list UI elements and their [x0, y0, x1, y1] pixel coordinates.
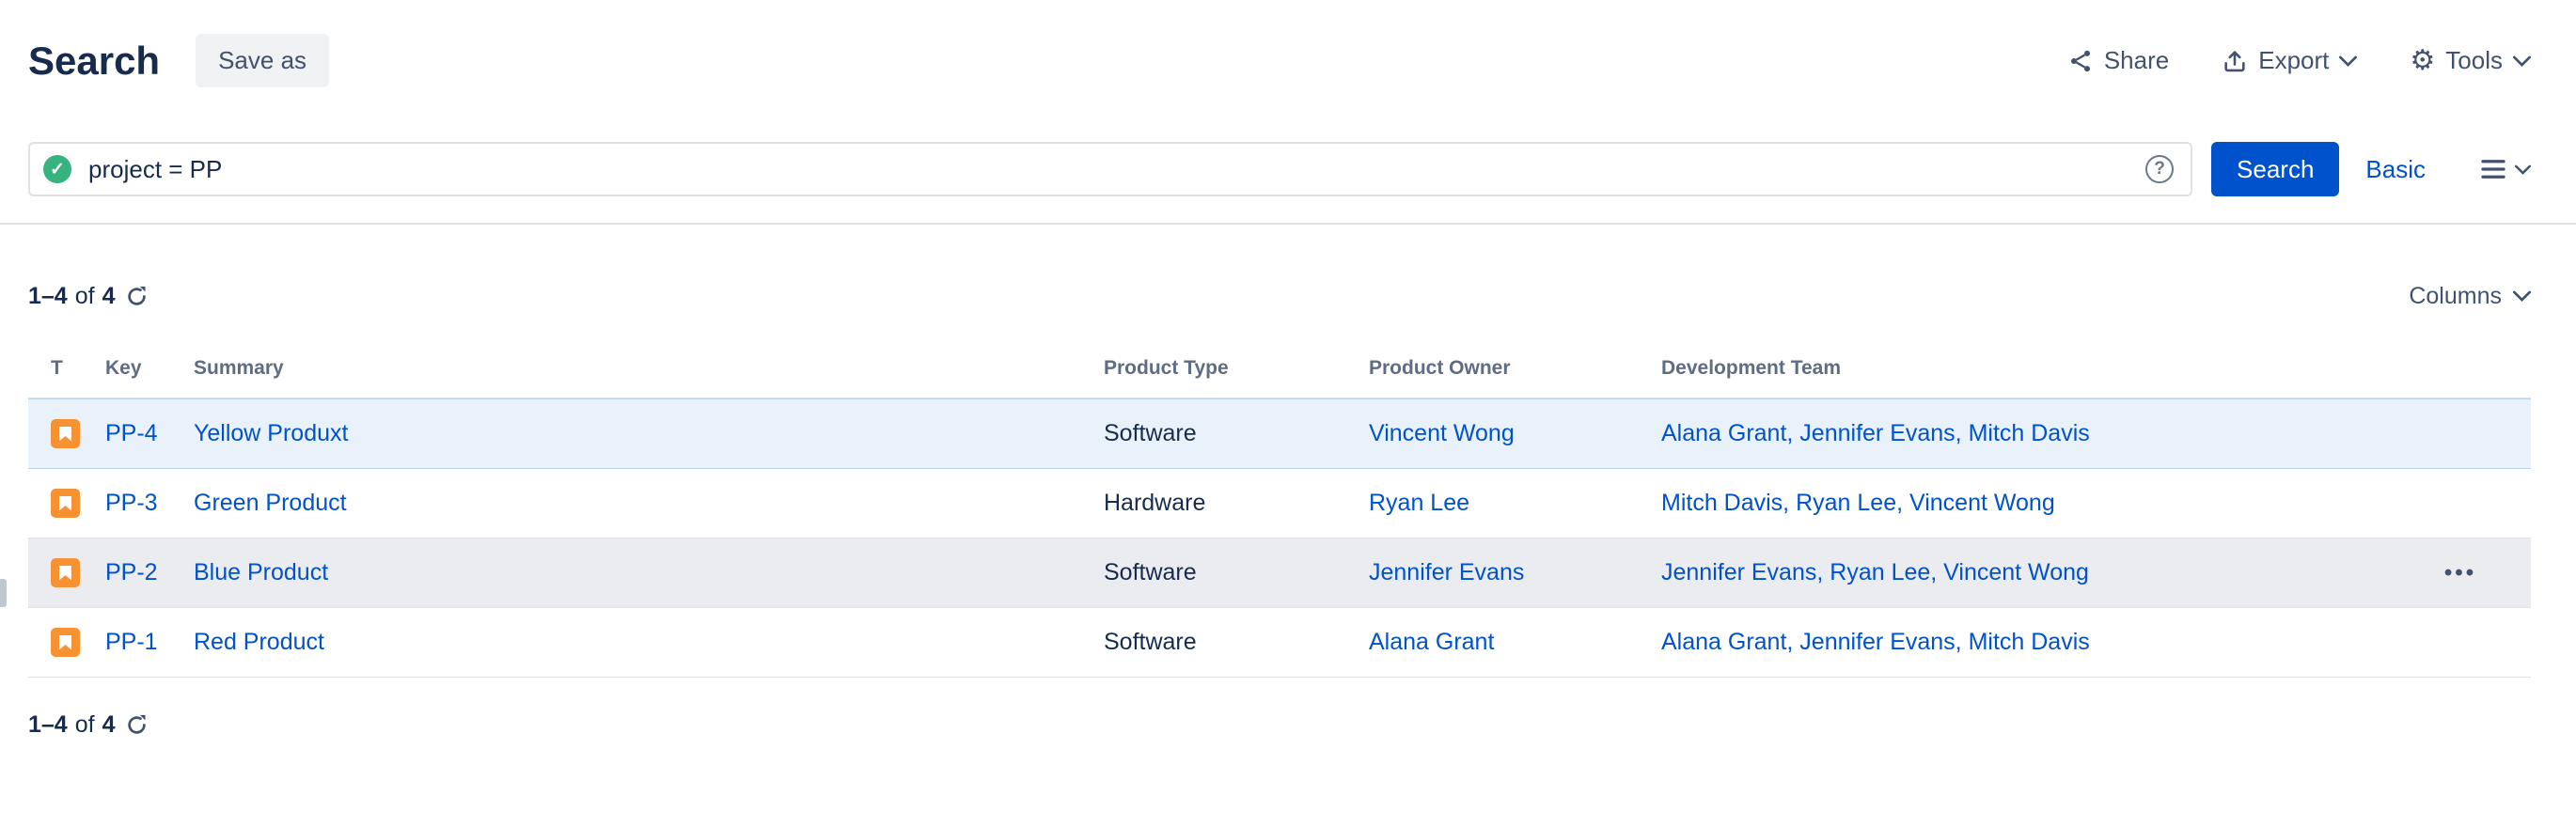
refresh-icon — [124, 284, 149, 309]
jql-search-bar: ✓ ? Search Basic — [28, 142, 2531, 196]
product-type-cell: Hardware — [1104, 490, 1369, 517]
count-total: 4 — [102, 283, 116, 310]
refresh-icon — [124, 712, 149, 738]
issue-type-icon[interactable] — [51, 628, 80, 657]
columns-button[interactable]: Columns — [2409, 283, 2531, 310]
issue-summary-link[interactable]: Yellow Produxt — [194, 420, 1104, 447]
results-count-bottom: 1–4 of 4 — [28, 711, 2531, 739]
count-range: 1–4 — [28, 711, 68, 739]
issue-key-link[interactable]: PP-4 — [105, 420, 194, 447]
issue-summary-link[interactable]: Blue Product — [194, 559, 1104, 586]
product-owner-link[interactable]: Vincent Wong — [1369, 420, 1661, 447]
share-label: Share — [2104, 46, 2169, 75]
dev-team-links[interactable]: Mitch Davis, Ryan Lee, Vincent Wong — [1661, 490, 2390, 517]
count-of: of — [75, 283, 95, 310]
section-divider — [0, 223, 2576, 225]
issue-key-link[interactable]: PP-3 — [105, 490, 194, 517]
page-title: Search — [28, 39, 160, 84]
count-total: 4 — [102, 711, 116, 739]
dev-team-links[interactable]: Jennifer Evans, Ryan Lee, Vincent Wong — [1661, 559, 2390, 586]
page-header: Search Save as Share — [28, 34, 2531, 87]
product-owner-link[interactable]: Jennifer Evans — [1369, 559, 1661, 586]
product-type-cell: Software — [1104, 559, 1369, 586]
product-type-cell: Software — [1104, 629, 1369, 656]
issue-type-icon[interactable] — [51, 419, 80, 448]
refresh-button[interactable] — [124, 284, 149, 309]
product-type-cell: Software — [1104, 420, 1369, 447]
jql-input-wrapper[interactable]: ✓ ? — [28, 142, 2192, 196]
row-drag-handle[interactable] — [0, 579, 7, 607]
bookmark-glyph — [59, 566, 71, 581]
issue-key-link[interactable]: PP-1 — [105, 629, 194, 656]
bookmark-glyph — [59, 496, 71, 511]
col-header-type[interactable]: T — [28, 357, 105, 380]
bookmark-glyph — [59, 635, 71, 650]
refresh-button[interactable] — [124, 712, 149, 738]
count-of: of — [75, 711, 95, 739]
issue-search-page: Search Save as Share — [0, 34, 2576, 739]
view-switcher-button[interactable] — [2480, 159, 2531, 179]
issue-key-link[interactable]: PP-2 — [105, 559, 194, 586]
issue-summary-link[interactable]: Red Product — [194, 629, 1104, 656]
share-button[interactable]: Share — [2067, 46, 2169, 75]
export-label: Export — [2258, 46, 2329, 75]
results-bar: 1–4 of 4 Columns — [28, 279, 2531, 313]
columns-label: Columns — [2409, 283, 2502, 310]
bookmark-glyph — [59, 427, 71, 442]
table-row[interactable]: PP-4 Yellow Produxt Software Vincent Won… — [28, 399, 2531, 469]
col-header-product-owner[interactable]: Product Owner — [1369, 357, 1661, 380]
gear-icon: ⚙ — [2410, 47, 2435, 75]
search-button[interactable]: Search — [2211, 142, 2339, 196]
export-button[interactable]: Export — [2222, 46, 2357, 75]
issue-summary-link[interactable]: Green Product — [194, 490, 1104, 517]
basic-mode-link[interactable]: Basic — [2365, 155, 2426, 184]
col-header-development-team[interactable]: Development Team — [1661, 357, 2390, 380]
col-header-product-type[interactable]: Product Type — [1104, 357, 1369, 380]
chevron-down-icon — [2513, 290, 2531, 302]
table-header-row: T Key Summary Product Type Product Owner… — [28, 339, 2531, 399]
chevron-down-icon — [2513, 55, 2531, 67]
product-owner-link[interactable]: Ryan Lee — [1369, 490, 1661, 517]
col-header-summary[interactable]: Summary — [194, 357, 1104, 380]
chevron-down-icon — [2339, 55, 2357, 67]
jql-valid-icon: ✓ — [43, 155, 71, 183]
count-range: 1–4 — [28, 283, 68, 310]
table-row[interactable]: PP-2 Blue Product Software Jennifer Evan… — [28, 538, 2531, 608]
product-owner-link[interactable]: Alana Grant — [1369, 629, 1661, 656]
issue-type-icon[interactable] — [51, 558, 80, 587]
help-icon[interactable]: ? — [2145, 155, 2174, 183]
chevron-down-icon — [2515, 164, 2531, 175]
col-header-key[interactable]: Key — [105, 357, 194, 380]
results-table: T Key Summary Product Type Product Owner… — [28, 339, 2531, 678]
issue-type-icon[interactable] — [51, 489, 80, 518]
share-icon — [2067, 48, 2094, 74]
dev-team-links[interactable]: Alana Grant, Jennifer Evans, Mitch Davis — [1661, 629, 2390, 656]
hamburger-icon — [2480, 159, 2506, 179]
dev-team-links[interactable]: Alana Grant, Jennifer Evans, Mitch Davis — [1661, 420, 2390, 447]
export-icon — [2222, 48, 2248, 74]
tools-label: Tools — [2445, 46, 2503, 75]
tools-button[interactable]: ⚙ Tools — [2410, 46, 2531, 75]
jql-input[interactable] — [86, 154, 2145, 185]
row-actions-button[interactable]: ••• — [2437, 560, 2484, 586]
save-as-button[interactable]: Save as — [196, 34, 329, 87]
results-count-top: 1–4 of 4 — [28, 283, 149, 310]
table-row[interactable]: PP-3 Green Product Hardware Ryan Lee Mit… — [28, 469, 2531, 538]
table-row[interactable]: PP-1 Red Product Software Alana Grant Al… — [28, 608, 2531, 678]
